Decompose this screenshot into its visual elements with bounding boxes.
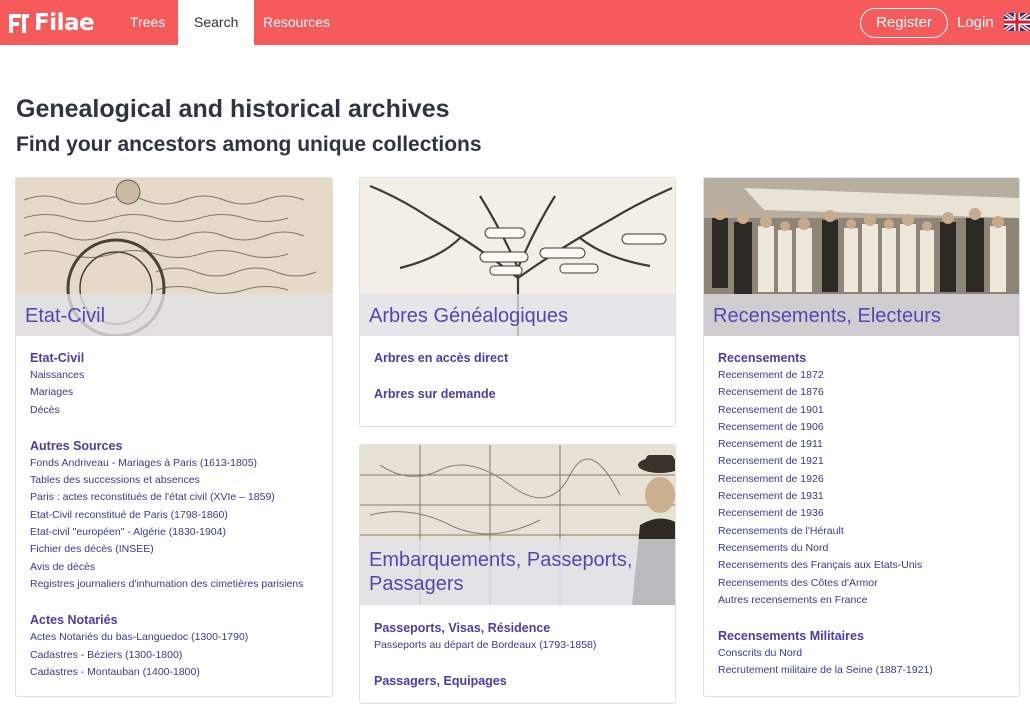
card-arbres: Arbres Généalogiques Arbres en accès dir… [359,177,676,427]
card-title-line1[interactable]: Embarquements, Passeports, [369,548,632,572]
top-navbar: Filae Trees Search Resources Register Lo… [0,0,1030,45]
link-item[interactable]: Mariages [30,384,324,401]
link-item[interactable]: Recensement de 1921 [718,453,1011,470]
link-item[interactable]: Recensement de 1931 [718,488,1011,505]
section-heading[interactable]: Arbres sur demande [374,386,667,403]
link-item[interactable]: Avis de décès [30,559,324,576]
section-heading[interactable]: Passeports, Visas, Résidence [374,620,667,637]
link-item[interactable]: Registres journaliers d'inhumation des c… [30,576,324,593]
link-item[interactable]: Naissances [30,367,324,384]
link-item[interactable]: Conscrits du Nord [718,645,1011,662]
card-etat-civil: Etat-Civil Etat-Civil Naissances Mariage… [15,177,333,697]
link-item[interactable]: Recensements du Nord [718,540,1011,557]
link-item[interactable]: Passeports au départ de Bordeaux (1793-1… [374,637,667,654]
link-item[interactable]: Autres recensements en France [718,592,1011,609]
register-button[interactable]: Register [860,8,948,38]
link-item[interactable]: Actes Notariés du bas-Languedoc (1300-17… [30,629,324,646]
link-item[interactable]: Cadastres - Béziers (1300-1800) [30,647,324,664]
link-item[interactable]: Etat-Civil reconstitué de Paris (1798-18… [30,507,324,524]
section-heading[interactable]: Etat-Civil [30,350,324,367]
link-item[interactable]: Recensements de l'Hérault [718,523,1011,540]
card-body: Etat-Civil Naissances Mariages Décès Aut… [30,350,324,681]
section-heading[interactable]: Arbres en accès direct [374,350,667,367]
link-item[interactable]: Recensements des Français aux Etats-Unis [718,557,1011,574]
card-title[interactable]: Etat-Civil [25,304,105,328]
card-title-line2[interactable]: Passagers [369,572,464,596]
section-heading[interactable]: Recensements Militaires [718,628,1011,645]
page-subtitle: Find your ancestors among unique collect… [16,133,482,156]
card-body: Arbres en accès direct Arbres sur demand… [374,350,667,403]
card-body: Recensements Recensement de 1872 Recense… [718,350,1011,680]
card-recensements: Recensements, Electeurs Recensements Rec… [703,177,1020,697]
link-item[interactable]: Etat-civil "européen" - Algérie (1830-19… [30,524,324,541]
section-heading[interactable]: Actes Notariés [30,612,324,629]
link-item[interactable]: Recensement de 1911 [718,436,1011,453]
section-heading[interactable]: Recensements [718,350,1011,367]
nav-trees[interactable]: Trees [114,0,181,45]
link-item[interactable]: Recensements des Côtes d'Armor [718,575,1011,592]
link-item[interactable]: Fonds Andriveau - Mariages à Paris (1613… [30,455,324,472]
link-item[interactable]: Cadastres - Montauban (1400-1800) [30,664,324,681]
link-item[interactable]: Fichier des décès (INSEE) [30,541,324,558]
logo-text: Filae [34,10,95,36]
section-heading[interactable]: Autres Sources [30,438,324,455]
uk-flag-icon[interactable] [1004,13,1030,31]
nav-resources[interactable]: Resources [247,0,346,45]
section-heading[interactable]: Passagers, Equipages [374,673,667,690]
link-item[interactable]: Recensement de 1872 [718,367,1011,384]
nav-search[interactable]: Search [178,0,255,45]
link-item[interactable]: Tables des successions et absences [30,472,324,489]
link-item[interactable]: Recensement de 1936 [718,505,1011,522]
link-item[interactable]: Recensement de 1901 [718,402,1011,419]
card-body: Passeports, Visas, Résidence Passeports … [374,620,667,690]
filae-logo[interactable]: Filae [6,7,95,39]
page-title: Genealogical and historical archives [16,95,450,123]
link-item[interactable]: Paris : actes reconstitués de l'état civ… [30,489,324,506]
link-item[interactable]: Recensement de 1926 [718,471,1011,488]
card-title[interactable]: Arbres Généalogiques [369,304,568,328]
link-item[interactable]: Recrutement militaire de la Seine (1887-… [718,662,1011,679]
link-item[interactable]: Recensement de 1876 [718,384,1011,401]
login-link[interactable]: Login [957,0,994,45]
link-item[interactable]: Décès [30,402,324,419]
filae-logo-icon [9,14,29,33]
card-title[interactable]: Recensements, Electeurs [713,304,941,328]
link-item[interactable]: Recensement de 1906 [718,419,1011,436]
card-embarquements: Embarquements, Passeports, Passagers Pas… [359,444,676,704]
